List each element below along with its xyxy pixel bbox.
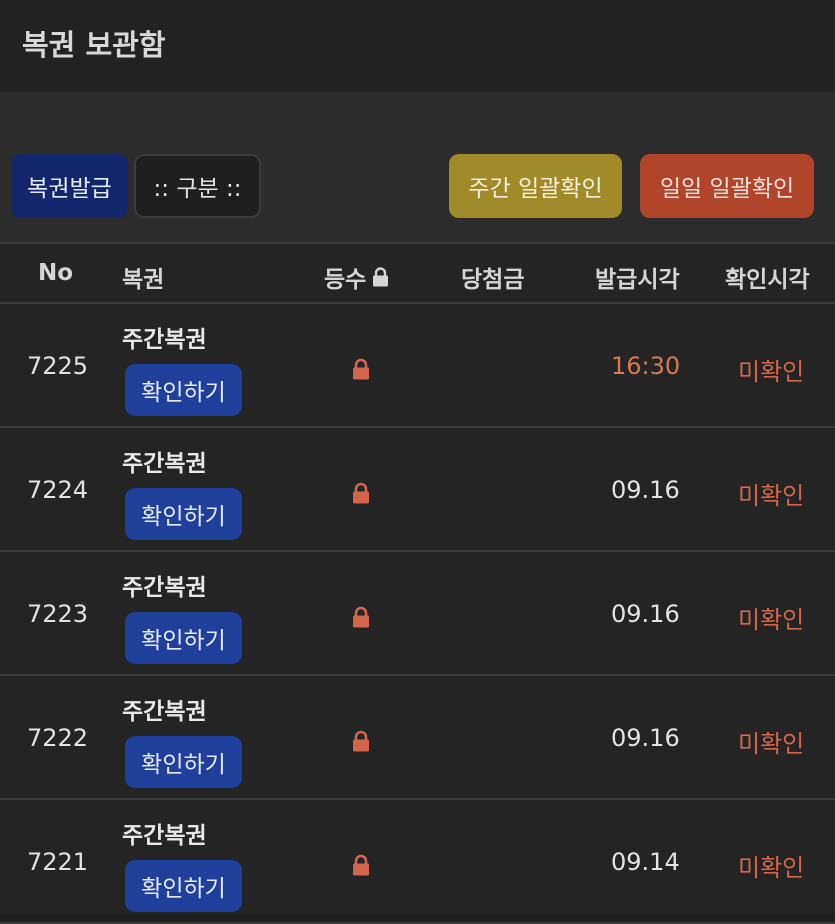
table-row: 7225 주간복권 확인하기 16:30 미확인 xyxy=(0,304,835,428)
column-header-rank-label: 등수 xyxy=(324,267,367,293)
lock-icon xyxy=(353,606,369,628)
lock-icon xyxy=(373,267,389,287)
ticket-number: 7224 xyxy=(27,476,89,504)
toolbar: 복권발급 :: 구분 :: 주간 일괄확인 일일 일괄확인 xyxy=(0,92,835,242)
lock-icon xyxy=(353,730,369,752)
page-header: 복권 보관함 xyxy=(0,0,835,92)
issued-time: 09.16 xyxy=(611,724,680,752)
ticket-number: 7223 xyxy=(27,600,89,628)
column-header-ticket: 복권 xyxy=(122,267,165,293)
check-ticket-button[interactable]: 확인하기 xyxy=(125,736,242,788)
issued-time: 16:30 xyxy=(611,352,681,380)
ticket-name: 주간복권 xyxy=(122,699,207,725)
column-header-checked-time: 확인시각 xyxy=(725,267,810,293)
column-header-rank: 등수 xyxy=(324,260,389,294)
ticket-number: 7222 xyxy=(27,724,89,752)
table-row: 7222 주간복권 확인하기 09.16 미확인 xyxy=(0,676,835,800)
checked-status: 미확인 xyxy=(738,482,805,510)
lock-icon xyxy=(353,854,369,876)
checked-status: 미확인 xyxy=(738,854,805,882)
issued-time: 09.14 xyxy=(611,848,680,876)
table-row: 7224 주간복권 확인하기 09.16 미확인 xyxy=(0,428,835,552)
lock-icon xyxy=(353,358,369,380)
ticket-number: 7221 xyxy=(27,848,89,876)
ticket-name: 주간복권 xyxy=(122,451,207,477)
issue-ticket-button[interactable]: 복권발급 xyxy=(11,154,128,218)
daily-batch-confirm-button[interactable]: 일일 일괄확인 xyxy=(640,154,814,218)
table-row: 7223 주간복권 확인하기 09.16 미확인 xyxy=(0,552,835,676)
lock-icon xyxy=(353,482,369,504)
check-ticket-button[interactable]: 확인하기 xyxy=(125,364,242,416)
checked-status: 미확인 xyxy=(738,606,805,634)
column-header-no: No xyxy=(38,260,74,286)
checked-status: 미확인 xyxy=(738,730,805,758)
ticket-table: No 복권 등수 당첨금 발급시각 확인시각 7225 주간복권 확인하기 16… xyxy=(0,242,835,924)
ticket-name: 주간복권 xyxy=(122,575,207,601)
table-header: No 복권 등수 당첨금 발급시각 확인시각 xyxy=(0,242,835,304)
ticket-number: 7225 xyxy=(27,352,89,380)
ticket-name: 주간복권 xyxy=(122,327,207,353)
ticket-name: 주간복권 xyxy=(122,823,207,849)
column-header-prize: 당첨금 xyxy=(461,267,525,293)
check-ticket-button[interactable]: 확인하기 xyxy=(125,488,242,540)
issued-time: 09.16 xyxy=(611,476,680,504)
weekly-batch-confirm-button[interactable]: 주간 일괄확인 xyxy=(449,154,622,218)
issued-time: 09.16 xyxy=(611,600,680,628)
check-ticket-button[interactable]: 확인하기 xyxy=(125,612,242,664)
table-body: 7225 주간복권 확인하기 16:30 미확인 7224 주간복권 확인하기 … xyxy=(0,304,835,924)
checked-status: 미확인 xyxy=(738,358,805,386)
page-title: 복권 보관함 xyxy=(22,28,166,62)
column-header-issued-time: 발급시각 xyxy=(595,267,680,293)
category-select[interactable]: :: 구분 :: xyxy=(134,154,261,218)
check-ticket-button[interactable]: 확인하기 xyxy=(125,860,242,912)
table-row: 7221 주간복권 확인하기 09.14 미확인 xyxy=(0,800,835,924)
